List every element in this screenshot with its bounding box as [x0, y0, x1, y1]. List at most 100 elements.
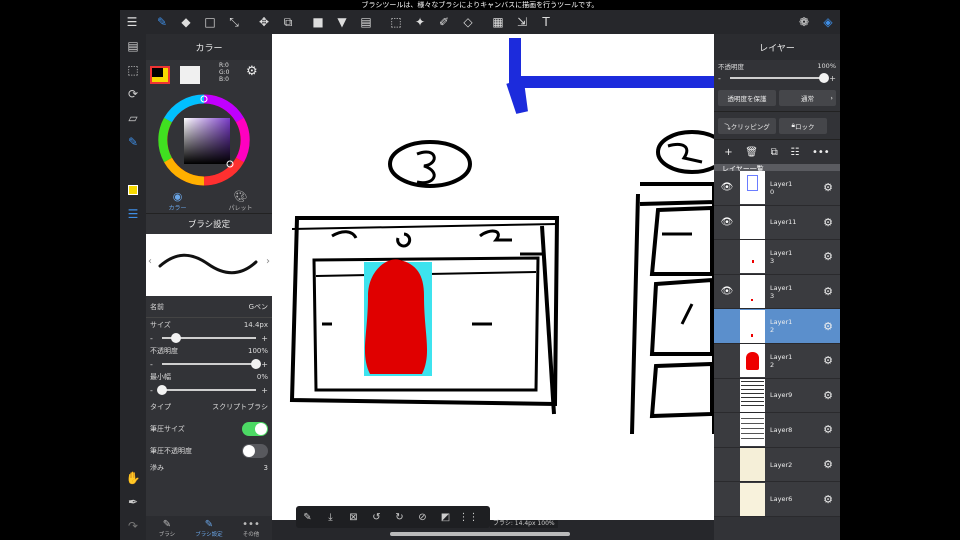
layer-row[interactable]: Layer9 ⚙ [714, 378, 840, 414]
ruler-icon[interactable]: ▱ [120, 106, 146, 130]
rotate-icon[interactable]: ⟳ [120, 82, 146, 106]
size-minus-icon[interactable]: - [150, 334, 153, 343]
foreground-color-swatch[interactable] [150, 66, 170, 84]
brush-tool-icon[interactable]: ✎ [296, 506, 319, 528]
select-pen-icon[interactable]: ✐ [432, 10, 456, 34]
type-row[interactable]: タイプ スクリプトブラシ [146, 396, 272, 418]
tab-color[interactable]: ◉ カラー [146, 188, 209, 213]
rotate-right-icon[interactable]: ↻ [388, 506, 411, 528]
size-plus-icon[interactable]: + [261, 334, 268, 343]
opacity-plus-icon[interactable]: + [261, 360, 268, 369]
layer-settings-gear-icon[interactable]: ⚙ [816, 216, 840, 229]
color-settings-gear-icon[interactable]: ⚙ [246, 64, 258, 79]
snap-icon[interactable]: ✎ [120, 130, 146, 154]
duplicate-layer-icon[interactable]: ⧉ [771, 147, 778, 158]
layer-row[interactable]: Layer1 3 ⚙ [714, 240, 840, 275]
layer-settings-gear-icon[interactable]: ⚙ [816, 354, 840, 367]
prev-brush-icon[interactable]: ‹ [148, 256, 152, 267]
transform-select-icon[interactable]: ⧉ [276, 10, 300, 34]
background-color-swatch[interactable] [180, 66, 200, 84]
select-eraser-icon[interactable]: ◇ [456, 10, 480, 34]
transform-icon[interactable]: ⤡ [222, 10, 246, 34]
eye-icon[interactable]: 👁︎ [714, 217, 740, 228]
layers-icon[interactable]: ◈ [816, 10, 840, 34]
protect-alpha-button[interactable]: 透明度を保護 [718, 89, 776, 106]
layer-opacity-plus-icon[interactable]: + [829, 74, 836, 83]
brush-list-icon[interactable]: ☰ [120, 202, 146, 226]
layer-settings-gear-icon[interactable]: ⚙ [816, 320, 840, 333]
eyedropper-icon[interactable]: ✒ [120, 490, 146, 514]
clipping-button[interactable]: ⤵ クリッピング [718, 117, 776, 134]
pressure-size-toggle[interactable] [242, 422, 268, 436]
tab-brush-settings[interactable]: ✎ ブラシ設定 [188, 516, 230, 540]
layer-row[interactable]: 👁︎ Layer1 3 ⚙ [714, 274, 840, 310]
eraser-icon[interactable]: ◆ [174, 10, 198, 34]
deselect-icon[interactable]: ⊠ [342, 506, 365, 528]
opacity-slider[interactable]: - + [150, 358, 268, 370]
layer-row[interactable]: Layer2 ⚙ [714, 447, 840, 483]
layer-row[interactable]: 👁︎ Layer11 ⚙ [714, 205, 840, 241]
fullscreen-icon[interactable]: ◩ [434, 506, 457, 528]
layer-opacity-slider[interactable]: - + [718, 72, 836, 84]
tab-palette[interactable]: 🎨︎ パレット [209, 188, 272, 213]
blend-mode-select[interactable]: 通常 › [779, 89, 836, 106]
layer-settings-gear-icon[interactable]: ⚙ [816, 458, 840, 471]
layer-row[interactable]: Layer1 2 ⚙ [714, 343, 840, 379]
magic-wand-icon[interactable]: ✦ [408, 10, 432, 34]
rectangle-icon[interactable]: □ [198, 10, 222, 34]
min-width-plus-icon[interactable]: + [261, 386, 268, 395]
opacity-minus-icon[interactable]: - [150, 360, 153, 369]
tab-other[interactable]: ••• その他 [230, 516, 272, 540]
layer-opacity-minus-icon[interactable]: - [718, 74, 721, 83]
material-icon[interactable]: ❁ [792, 10, 816, 34]
move-icon[interactable]: ✥ [252, 10, 276, 34]
layer-settings-gear-icon[interactable]: ⚙ [816, 181, 840, 194]
rotate-left-icon[interactable]: ↺ [365, 506, 388, 528]
more-options-icon[interactable]: ••• [812, 147, 830, 158]
import-icon[interactable]: ⤓ [319, 506, 342, 528]
canvas-artwork[interactable] [272, 34, 714, 520]
page-icon[interactable]: ▤ [120, 34, 146, 58]
layer-settings-gear-icon[interactable]: ⚙ [816, 250, 840, 263]
opacity-knob[interactable] [251, 359, 261, 369]
color-wheel[interactable] [146, 84, 272, 188]
eye-icon[interactable]: 👁︎ [714, 182, 740, 193]
select-icon[interactable]: ⬚ [384, 10, 408, 34]
min-width-knob[interactable] [157, 385, 167, 395]
operation-icon[interactable]: ⇲ [510, 10, 534, 34]
redo-icon[interactable]: ↷ [120, 514, 146, 538]
text-icon[interactable]: T [534, 10, 558, 34]
layer-row[interactable]: Layer1 2 ⚙ [714, 309, 840, 344]
layer-list-icon[interactable]: ☷ [790, 147, 799, 158]
drawing-canvas[interactable] [272, 34, 714, 520]
add-layer-icon[interactable]: + [724, 147, 732, 158]
hand-icon[interactable]: ✋ [120, 466, 146, 490]
layer-settings-gear-icon[interactable]: ⚙ [816, 493, 840, 506]
hide-icon[interactable]: ⊘ [411, 506, 434, 528]
color-wheel-graphic[interactable] [146, 84, 272, 188]
delete-layer-icon[interactable]: 🗑︎ [745, 147, 758, 158]
gradient-icon[interactable]: ▤ [354, 10, 378, 34]
lock-button[interactable]: 🔒︎ ロック [779, 117, 827, 134]
eye-icon[interactable]: 👁︎ [714, 286, 740, 297]
size-knob[interactable] [171, 333, 182, 343]
bucket-icon[interactable]: ▼ [330, 10, 354, 34]
min-width-minus-icon[interactable]: - [150, 386, 153, 395]
fill-rect-icon[interactable]: ■ [306, 10, 330, 34]
layer-opacity-knob[interactable] [819, 73, 829, 83]
pressure-opacity-toggle[interactable] [242, 444, 268, 458]
min-width-slider[interactable]: - + [150, 384, 268, 396]
layer-row[interactable]: Layer6 ⚙ [714, 482, 840, 517]
brush-name-row[interactable]: 名前 Gペン [146, 296, 272, 318]
color-toggle-icon[interactable] [120, 178, 146, 202]
tab-brush[interactable]: ✎ ブラシ [146, 516, 188, 540]
next-brush-icon[interactable]: › [266, 256, 270, 267]
grip-icon[interactable]: ⋮⋮ [457, 506, 480, 528]
layer-settings-gear-icon[interactable]: ⚙ [816, 423, 840, 436]
selection-icon[interactable]: ⬚ [120, 58, 146, 82]
size-slider[interactable]: - + [150, 332, 268, 344]
layer-row[interactable]: Layer8 ⚙ [714, 413, 840, 448]
layer-settings-gear-icon[interactable]: ⚙ [816, 389, 840, 402]
frame-icon[interactable]: ▦ [486, 10, 510, 34]
brush-icon[interactable]: ✎ [150, 10, 174, 34]
